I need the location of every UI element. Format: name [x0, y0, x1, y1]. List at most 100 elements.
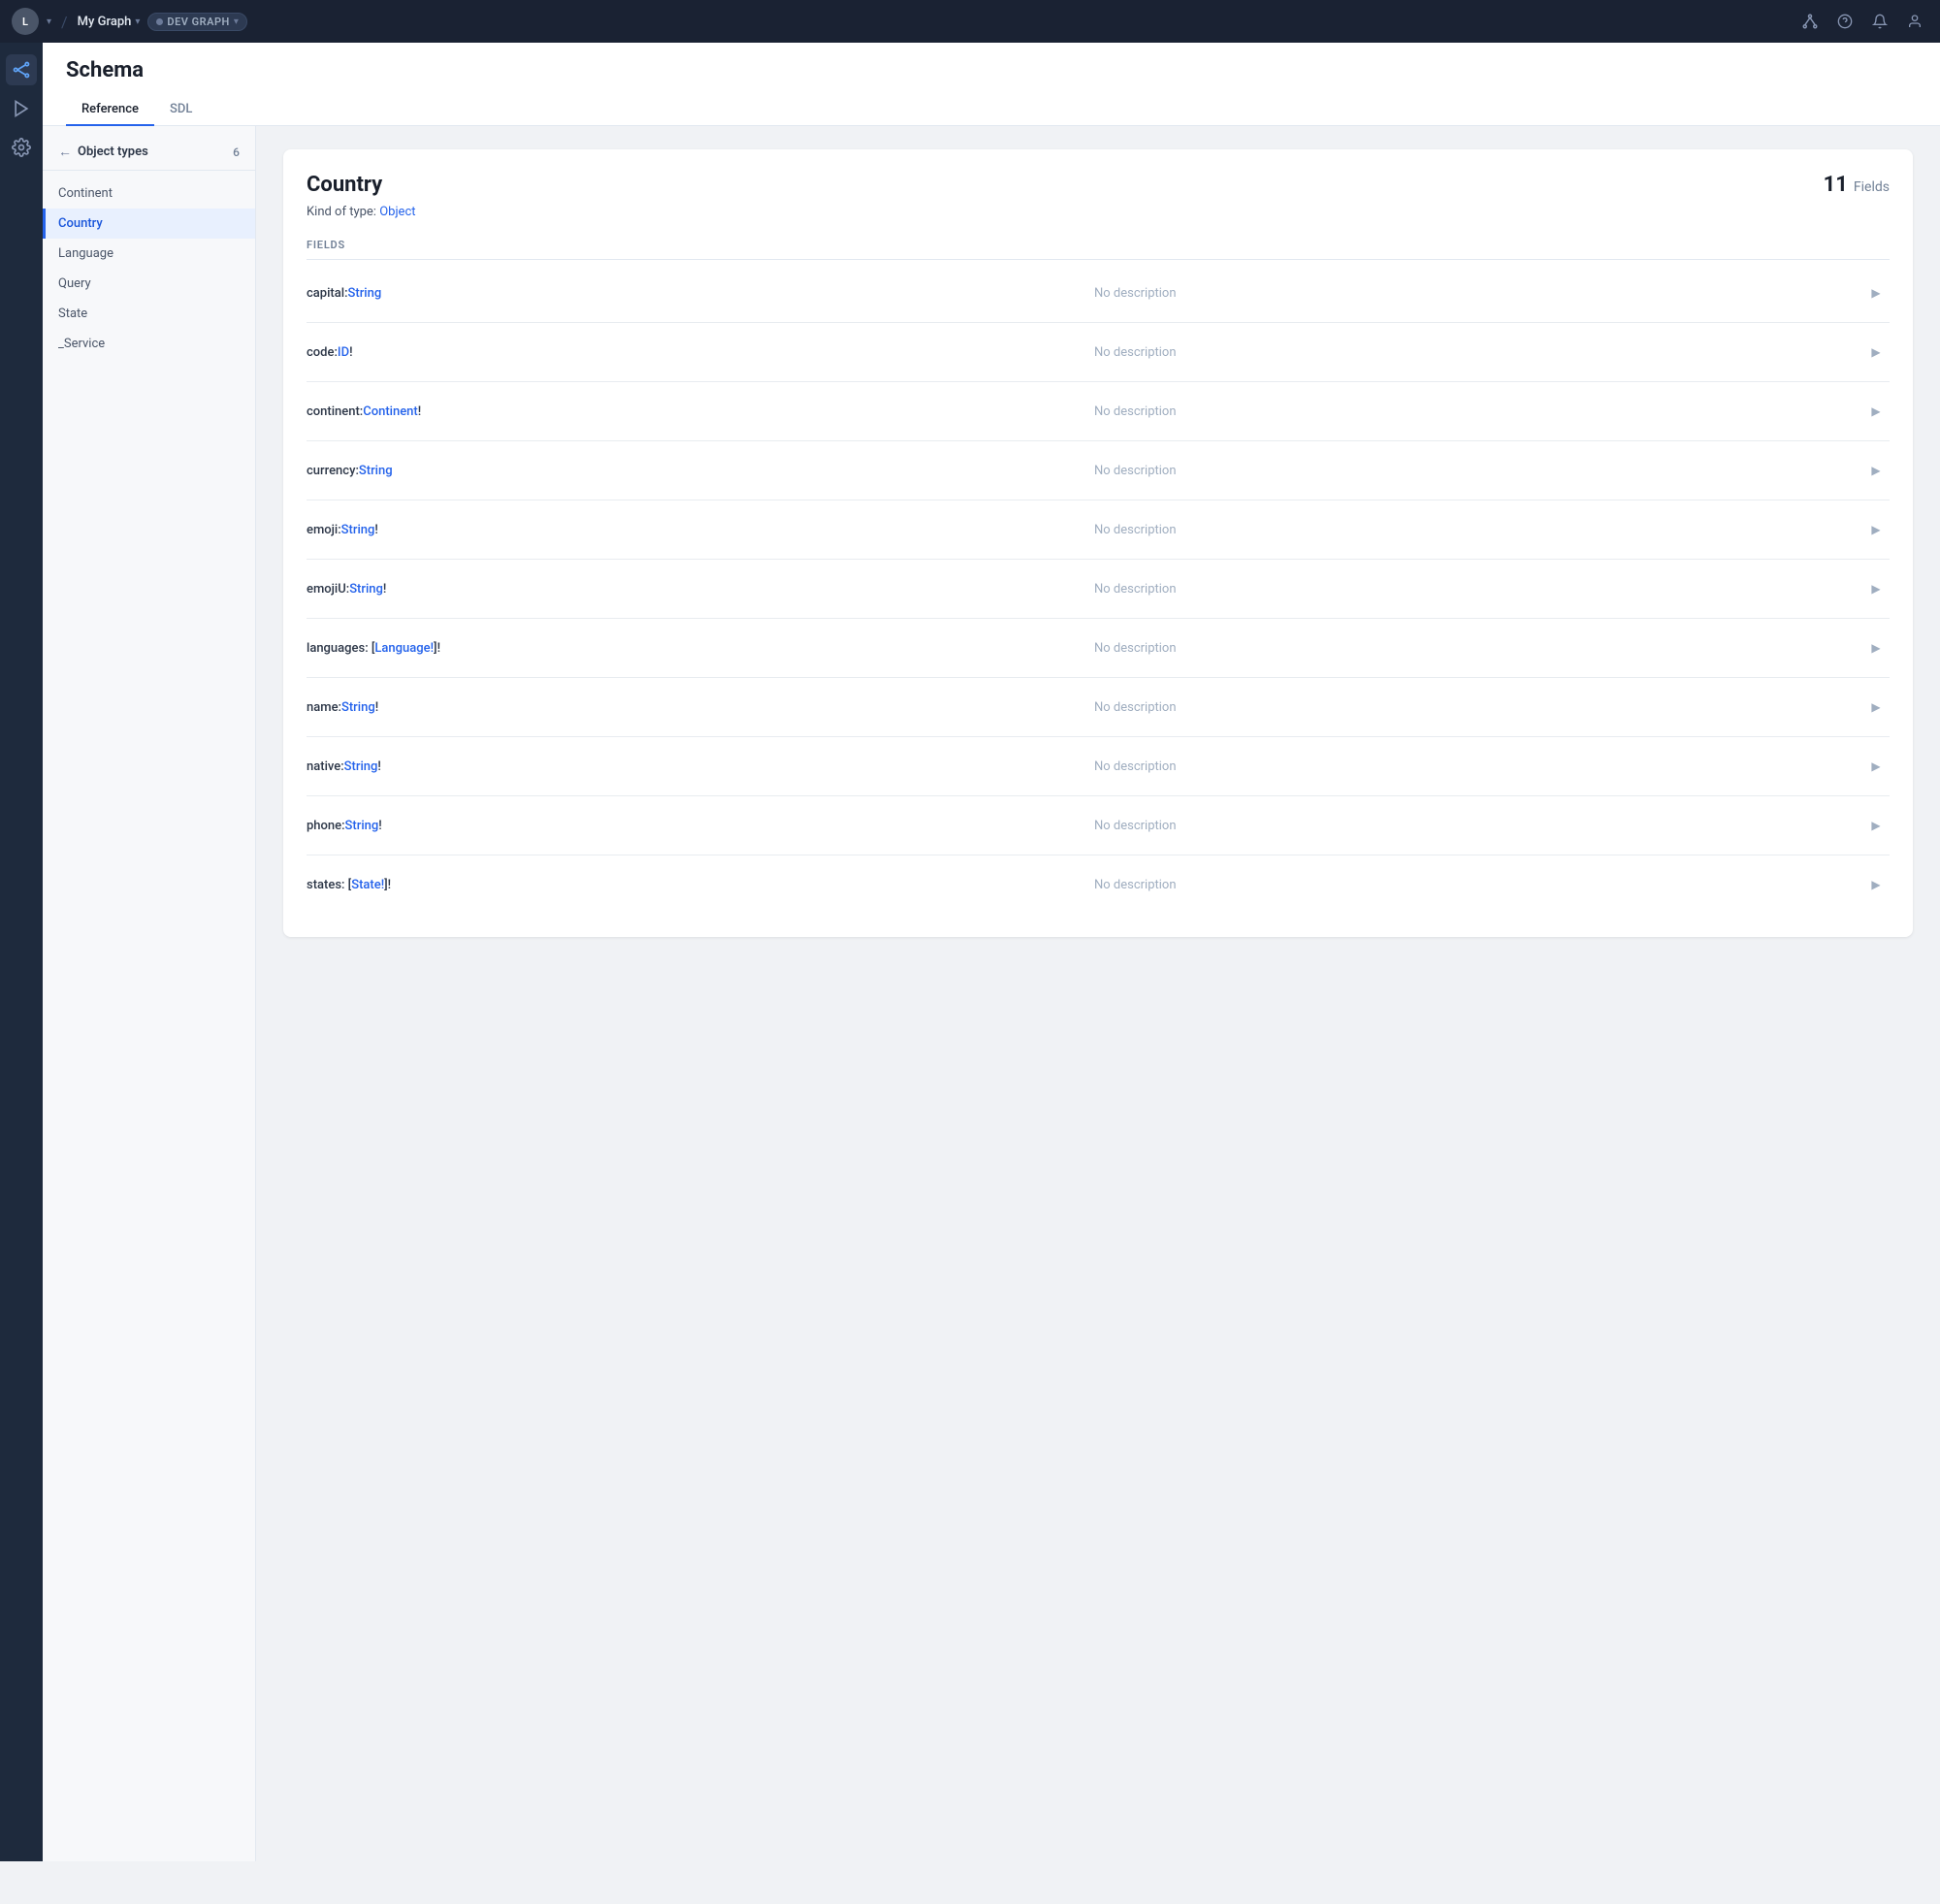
field-arrow-btn[interactable]: ▶ [1862, 871, 1890, 898]
field-row: name: String! No description ▶ [307, 678, 1890, 737]
type-card: Country 11 Fields Kind of type: Object F… [283, 149, 1913, 937]
field-arrow-btn[interactable]: ▶ [1862, 339, 1890, 366]
right-main: Country 11 Fields Kind of type: Object F… [256, 126, 1940, 1861]
field-arrow-btn[interactable]: ▶ [1862, 457, 1890, 484]
avatar[interactable]: L [12, 8, 39, 35]
field-type[interactable]: String [349, 582, 383, 597]
field-description: No description [1094, 878, 1862, 892]
field-description: No description [1094, 404, 1862, 419]
schema-tabs: Reference SDL [66, 94, 1917, 125]
field-info: currency: String [307, 464, 1075, 478]
field-info: phone: String! [307, 819, 1075, 833]
field-description: No description [1094, 286, 1862, 301]
field-row: currency: String No description ▶ [307, 441, 1890, 500]
fields-section-label: FIELDS [307, 239, 1890, 260]
field-type[interactable]: String [344, 759, 378, 774]
field-info: name: String! [307, 700, 1075, 715]
user-icon-btn[interactable] [1901, 8, 1928, 35]
sidebar-item-service[interactable]: _Service [43, 329, 255, 359]
field-type[interactable]: State! [351, 878, 384, 892]
left-panel-header: ← Object types 6 [43, 138, 255, 170]
field-row: states: [State!]! No description ▶ [307, 855, 1890, 914]
field-type[interactable]: String [345, 819, 379, 833]
sidebar-item-query[interactable]: Query [43, 269, 255, 299]
graph-icon-btn[interactable] [1796, 8, 1824, 35]
field-arrow-btn[interactable]: ▶ [1862, 753, 1890, 780]
tab-sdl[interactable]: SDL [154, 94, 208, 126]
field-description: No description [1094, 641, 1862, 656]
graph-chevron: ▾ [135, 16, 140, 27]
sidebar-item-language[interactable]: Language [43, 239, 255, 269]
sidebar-item-continent[interactable]: Continent [43, 178, 255, 209]
field-arrow-btn[interactable]: ▶ [1862, 812, 1890, 839]
field-name: name: [307, 700, 341, 715]
field-info: emojiU: String! [307, 582, 1075, 597]
tab-reference[interactable]: Reference [66, 94, 154, 126]
field-description: No description [1094, 700, 1862, 715]
kind-link[interactable]: Object [379, 205, 415, 219]
field-type[interactable]: ID [338, 345, 349, 360]
env-badge-label: DEV GRAPH [167, 16, 229, 28]
field-arrow-btn[interactable]: ▶ [1862, 516, 1890, 543]
field-row: languages: [Language!]! No description ▶ [307, 619, 1890, 678]
help-icon-btn[interactable] [1831, 8, 1859, 35]
field-info: languages: [Language!]! [307, 641, 1075, 656]
field-type[interactable]: Continent [363, 404, 418, 419]
field-type[interactable]: String [341, 700, 375, 715]
field-type[interactable]: Language! [374, 641, 434, 656]
field-name: emoji: [307, 523, 341, 537]
sidebar-icon-explorer[interactable] [6, 93, 37, 124]
field-description: No description [1094, 819, 1862, 833]
field-name: states: [ [307, 878, 351, 892]
field-arrow-btn[interactable]: ▶ [1862, 694, 1890, 721]
notification-icon-btn[interactable] [1866, 8, 1893, 35]
field-count-label: Fields [1854, 179, 1890, 195]
field-description: No description [1094, 345, 1862, 360]
env-badge-dot [156, 18, 163, 25]
field-name: emojiU: [307, 582, 349, 597]
field-arrow-btn[interactable]: ▶ [1862, 398, 1890, 425]
field-row: code: ID! No description ▶ [307, 323, 1890, 382]
back-button[interactable]: ← Object types [58, 144, 148, 160]
env-badge[interactable]: DEV GRAPH ▾ [147, 13, 246, 31]
field-arrow-btn[interactable]: ▶ [1862, 575, 1890, 602]
avatar-chevron[interactable]: ▾ [47, 16, 51, 27]
field-type[interactable]: String [341, 523, 375, 537]
field-row: phone: String! No description ▶ [307, 796, 1890, 855]
object-count: 6 [233, 145, 240, 159]
field-name: languages: [ [307, 641, 374, 656]
graph-name[interactable]: My Graph ▾ [78, 15, 141, 29]
sidebar-icon-schema[interactable] [6, 54, 37, 85]
type-name: Country [307, 173, 382, 197]
sidebar-icons [0, 43, 43, 1861]
sidebar-icon-settings[interactable] [6, 132, 37, 163]
field-info: native: String! [307, 759, 1075, 774]
field-description: No description [1094, 582, 1862, 597]
type-header: Country 11 Fields [307, 173, 1890, 197]
field-name: phone: [307, 819, 345, 833]
field-row: capital: String No description ▶ [307, 264, 1890, 323]
field-arrow-btn[interactable]: ▶ [1862, 279, 1890, 307]
field-count-area: 11 Fields [1824, 173, 1890, 197]
field-row: continent: Continent! No description ▶ [307, 382, 1890, 441]
sidebar-item-country[interactable]: Country [43, 209, 255, 239]
content-area: ← Object types 6 Continent Country Langu… [43, 126, 1940, 1861]
left-panel-divider [43, 170, 255, 171]
field-name: continent: [307, 404, 363, 419]
nav-separator: / [61, 13, 68, 31]
field-row: native: String! No description ▶ [307, 737, 1890, 796]
field-name: native: [307, 759, 344, 774]
back-arrow-icon: ← [58, 144, 72, 160]
object-types-label: Object types [78, 145, 148, 159]
field-description: No description [1094, 464, 1862, 478]
schema-title: Schema [66, 58, 1917, 82]
env-chevron: ▾ [234, 16, 239, 27]
field-row: emojiU: String! No description ▶ [307, 560, 1890, 619]
field-type[interactable]: String [359, 464, 393, 478]
field-name: capital: [307, 286, 348, 301]
field-info: code: ID! [307, 345, 1075, 360]
field-type[interactable]: String [348, 286, 382, 301]
sidebar-item-state[interactable]: State [43, 299, 255, 329]
field-description: No description [1094, 759, 1862, 774]
field-arrow-btn[interactable]: ▶ [1862, 634, 1890, 662]
